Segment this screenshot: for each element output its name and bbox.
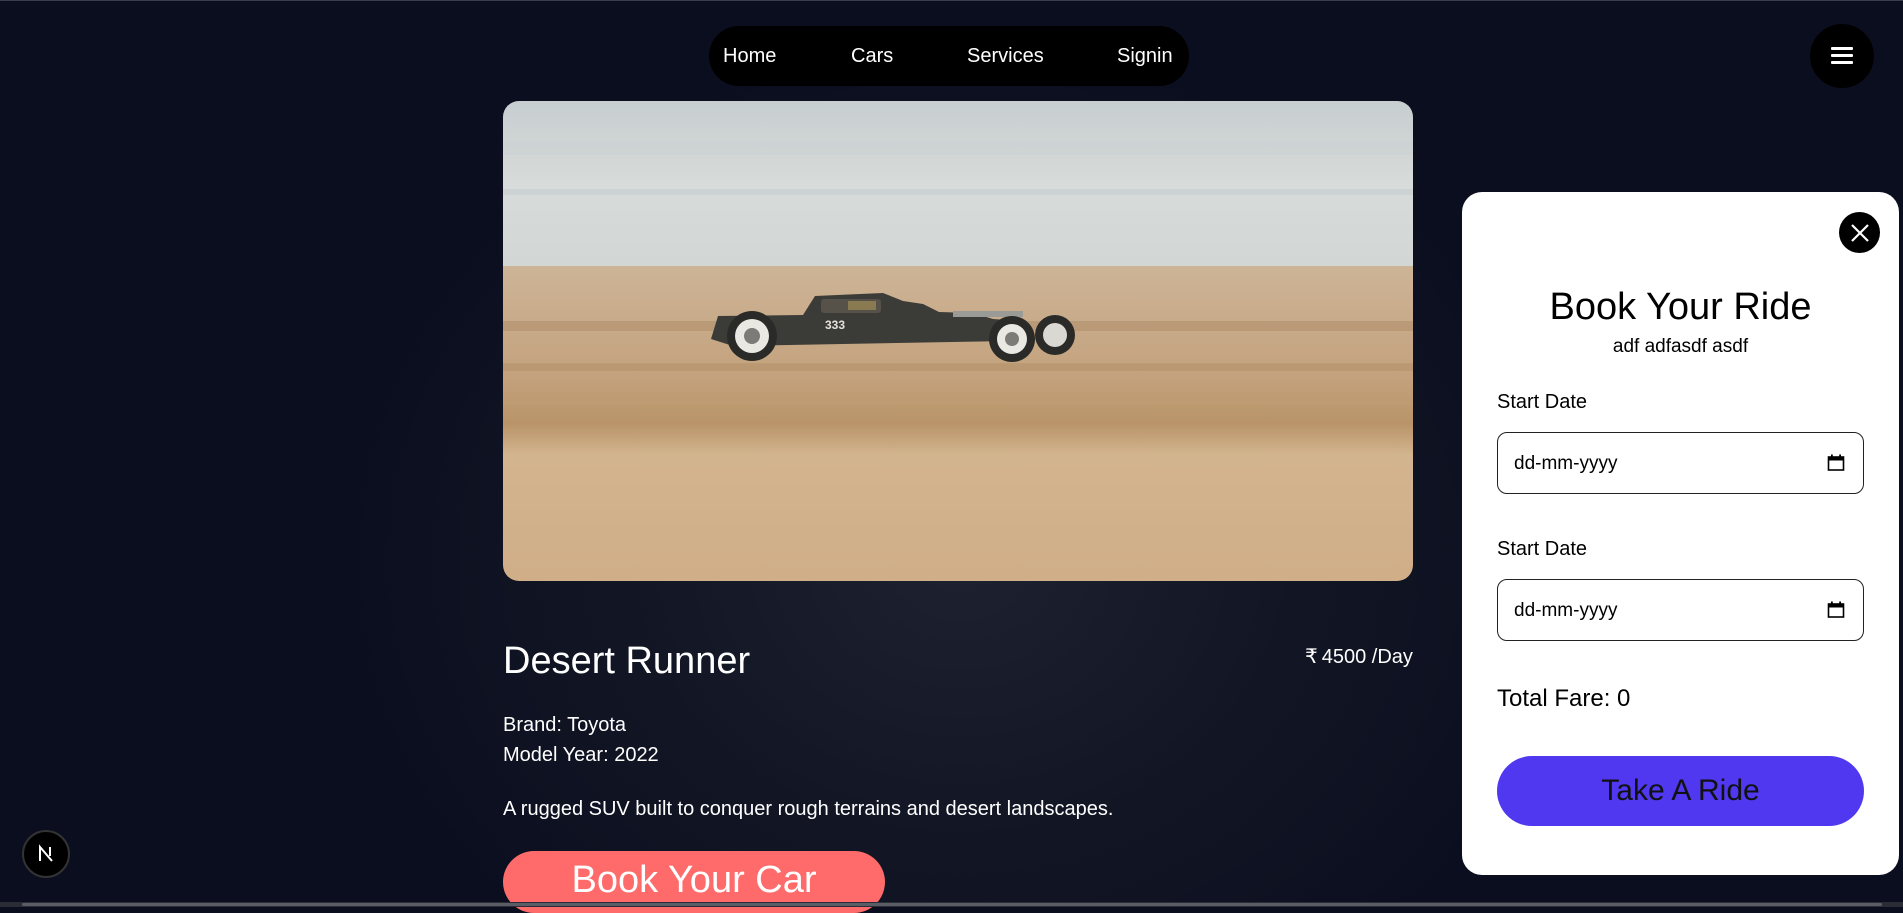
booking-subtitle: adf adfasdf asdf [1612,336,1749,357]
menu-button[interactable] [1810,24,1874,88]
framework-badge[interactable] [22,830,70,878]
car-model-year: Model Year: 2022 [503,744,659,766]
close-icon [1850,223,1869,242]
n-logo-icon [39,844,53,862]
end-date-input[interactable]: dd-mm-yyyy [1497,579,1864,641]
calendar-icon[interactable] [1827,454,1845,472]
car-description: A rugged SUV built to conquer rough terr… [503,798,1114,820]
car-hero-image: 333 [503,101,1413,581]
horizontal-scrollbar[interactable] [0,902,1903,907]
take-ride-button[interactable]: Take A Ride [1497,756,1864,826]
nav-signin[interactable]: Signin [1117,45,1173,68]
date-placeholder: dd-mm-yyyy [1514,453,1618,474]
nav-cars[interactable]: Cars [851,45,893,68]
car-brand: Brand: Toyota [503,714,627,736]
booking-title: Book Your Ride [1549,286,1812,328]
price-value: 4500 /Day [1321,646,1413,668]
scrollbar-thumb[interactable] [22,903,1882,906]
date-placeholder: dd-mm-yyyy [1514,600,1618,621]
window-top-border [0,0,1903,1]
hamburger-icon [1831,47,1853,65]
svg-text:333: 333 [825,318,845,332]
start-date-input[interactable]: dd-mm-yyyy [1497,432,1864,494]
close-button[interactable] [1839,212,1880,253]
booking-panel: Book Your Ride adf adfasdf asdf Start Da… [1462,192,1899,875]
main-nav: Home Cars Services Signin [709,26,1189,86]
nav-services[interactable]: Services [967,45,1044,68]
nav-home[interactable]: Home [723,45,776,68]
car-title: Desert Runner [503,640,751,682]
price: ₹4500 /Day [1305,644,1413,669]
calendar-icon[interactable] [1827,601,1845,619]
rupee-icon: ₹ [1305,646,1318,668]
total-fare: Total Fare: 0 [1497,685,1631,712]
end-date-label: Start Date [1497,538,1588,560]
start-date-label: Start Date [1497,391,1588,413]
